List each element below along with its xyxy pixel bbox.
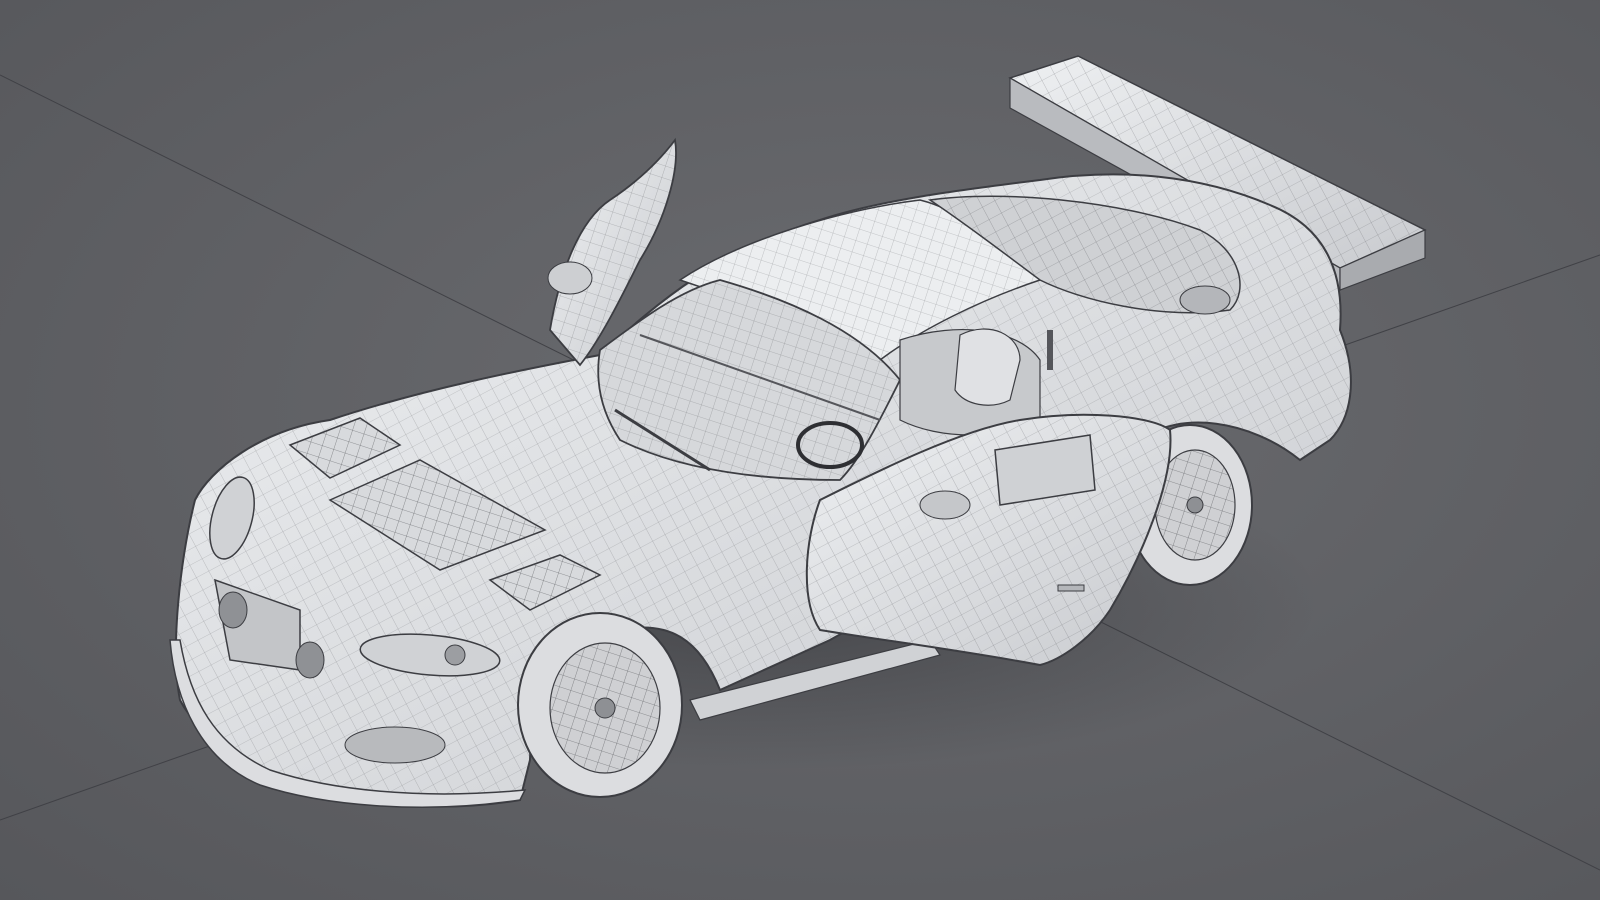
render-canvas <box>0 55 1600 871</box>
3d-viewport[interactable] <box>0 0 1600 900</box>
side-mirror-left <box>547 261 593 295</box>
front-wheel <box>517 612 683 798</box>
side-mirror-right <box>919 490 971 520</box>
interior-seat <box>954 328 1021 406</box>
